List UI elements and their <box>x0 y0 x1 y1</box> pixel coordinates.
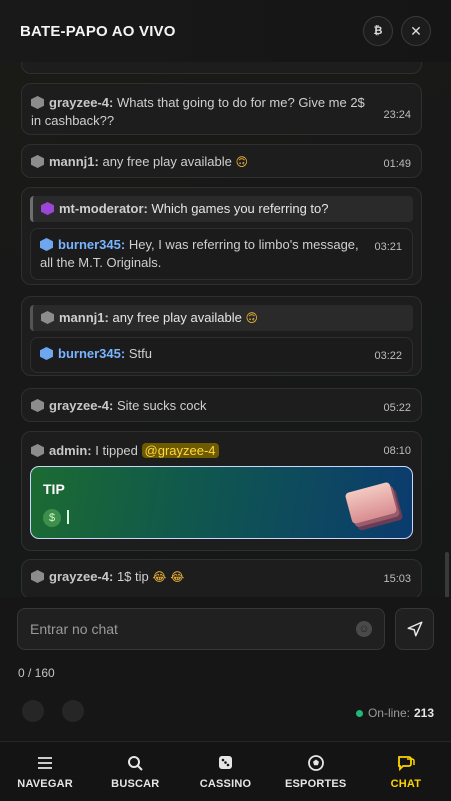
message-username[interactable]: mannj1: <box>49 154 99 169</box>
message-time: 23:24 <box>383 109 411 121</box>
rules-button[interactable]: ₿ <box>363 16 393 46</box>
rules-icon: ₿ <box>373 25 383 37</box>
tip-banner: TIP $ <box>30 466 413 539</box>
bottom-nav: NAVEGAR BUSCAR CASSINO ESPORTES CHAT <box>0 741 451 801</box>
send-button[interactable] <box>395 608 434 650</box>
user-rank-icon <box>40 238 53 251</box>
nav-cassino[interactable]: CASSINO <box>180 742 270 801</box>
message-text: any free play available <box>102 154 232 169</box>
message-card: mannj1: any free play available 🙃 01:49 <box>21 144 422 178</box>
online-status: On-line: 213 <box>355 706 434 720</box>
quoted-message[interactable]: mt-moderator: Which games you referring … <box>30 196 413 222</box>
nav-navegar[interactable]: NAVEGAR <box>0 742 90 801</box>
message-text: 1$ tip <box>116 569 149 584</box>
user-rank-icon <box>31 96 44 109</box>
emoji-picker-icon[interactable]: ☺ <box>356 621 372 637</box>
message-username[interactable]: grayzee-4: <box>49 569 113 584</box>
reply-body: burner345: Stfu 03:22 <box>30 337 413 373</box>
dice-icon <box>217 754 235 772</box>
emoji: 🙃 <box>245 311 258 325</box>
message-time: 01:49 <box>383 158 411 170</box>
message-card <box>21 62 422 74</box>
message-username[interactable]: grayzee-4: <box>49 398 113 413</box>
nav-label: NAVEGAR <box>17 777 73 790</box>
send-icon <box>407 621 422 637</box>
message-text: I tipped <box>95 443 138 458</box>
online-count: 213 <box>413 706 434 720</box>
message-time: 05:22 <box>383 402 411 414</box>
dollar-coin-icon: $ <box>43 509 61 527</box>
quoted-text: any free play available <box>112 310 242 325</box>
message-time: 08:10 <box>383 445 411 457</box>
message-text: Stfu <box>128 346 152 361</box>
chat-header: BATE-PAPO AO VIVO ₿ ✕ <box>0 0 451 62</box>
coin-drop-icon[interactable] <box>62 700 84 722</box>
close-icon: ✕ <box>410 22 422 39</box>
admin-rank-icon <box>31 444 44 457</box>
user-rank-icon <box>31 570 44 583</box>
message-card: grayzee-4: 1$ tip 😂 😂 15:03 <box>21 559 422 597</box>
user-rank-icon <box>41 311 54 324</box>
quoted-username: mannj1: <box>59 310 109 325</box>
nav-buscar[interactable]: BUSCAR <box>90 742 180 801</box>
reply-message-card: mannj1: any free play available 🙃 burner… <box>21 296 422 376</box>
message-card: grayzee-4: Whats that going to do for me… <box>21 83 422 135</box>
feed-scrollbar[interactable] <box>445 552 449 597</box>
nav-esportes[interactable]: ESPORTES <box>271 742 361 801</box>
soccer-ball-icon <box>307 754 325 772</box>
chat-input[interactable] <box>30 621 356 637</box>
message-time: 15:03 <box>383 573 411 585</box>
nav-label: CASSINO <box>199 777 252 790</box>
nav-label: BUSCAR <box>111 777 160 790</box>
user-mention[interactable]: @grayzee-4 <box>141 443 219 458</box>
message-username[interactable]: burner345: <box>58 237 125 252</box>
message-time: 03:22 <box>374 350 402 362</box>
nav-label: CHAT <box>390 777 422 790</box>
character-counter: 0 / 160 <box>18 666 55 680</box>
reply-message-card: mt-moderator: Which games you referring … <box>21 187 422 285</box>
nav-label: ESPORTES <box>284 777 347 790</box>
close-button[interactable]: ✕ <box>401 16 431 46</box>
moderator-rank-icon <box>41 202 54 215</box>
chat-icon <box>397 754 415 772</box>
quoted-username: mt-moderator: <box>59 201 148 216</box>
menu-icon <box>36 754 54 772</box>
user-rank-icon <box>40 347 53 360</box>
reply-body: burner345: Hey, I was referring to limbo… <box>30 228 413 280</box>
quoted-text: Which games you referring to? <box>151 201 329 216</box>
search-icon <box>126 754 144 772</box>
message-username[interactable]: grayzee-4: <box>49 95 113 110</box>
chat-composer: ☺ <box>17 608 385 650</box>
online-label: On-line: <box>367 706 410 720</box>
emoji: 🙃 <box>235 155 248 169</box>
message-text: Site sucks cock <box>116 398 207 413</box>
nav-chat[interactable]: CHAT <box>361 742 451 801</box>
message-username[interactable]: burner345: <box>58 346 125 361</box>
chat-feed[interactable]: grayzee-4: Whats that going to do for me… <box>0 62 451 597</box>
emoji: 😂 😂 <box>152 570 185 584</box>
chat-tools <box>22 700 84 722</box>
message-username[interactable]: admin: <box>49 443 92 458</box>
user-rank-icon <box>31 399 44 412</box>
quoted-message[interactable]: mannj1: any free play available 🙃 <box>30 305 413 331</box>
user-rank-icon <box>31 155 44 168</box>
tip-amount-bar <box>67 510 69 524</box>
online-dot-icon <box>355 709 363 717</box>
message-time: 03:21 <box>374 241 402 253</box>
tip-message-card: admin: I tipped @grayzee-4 08:10 TIP $ <box>21 431 422 551</box>
chat-title: BATE-PAPO AO VIVO <box>20 22 176 40</box>
message-card: grayzee-4: Site sucks cock 05:22 <box>21 388 422 422</box>
rain-icon[interactable] <box>22 700 44 722</box>
